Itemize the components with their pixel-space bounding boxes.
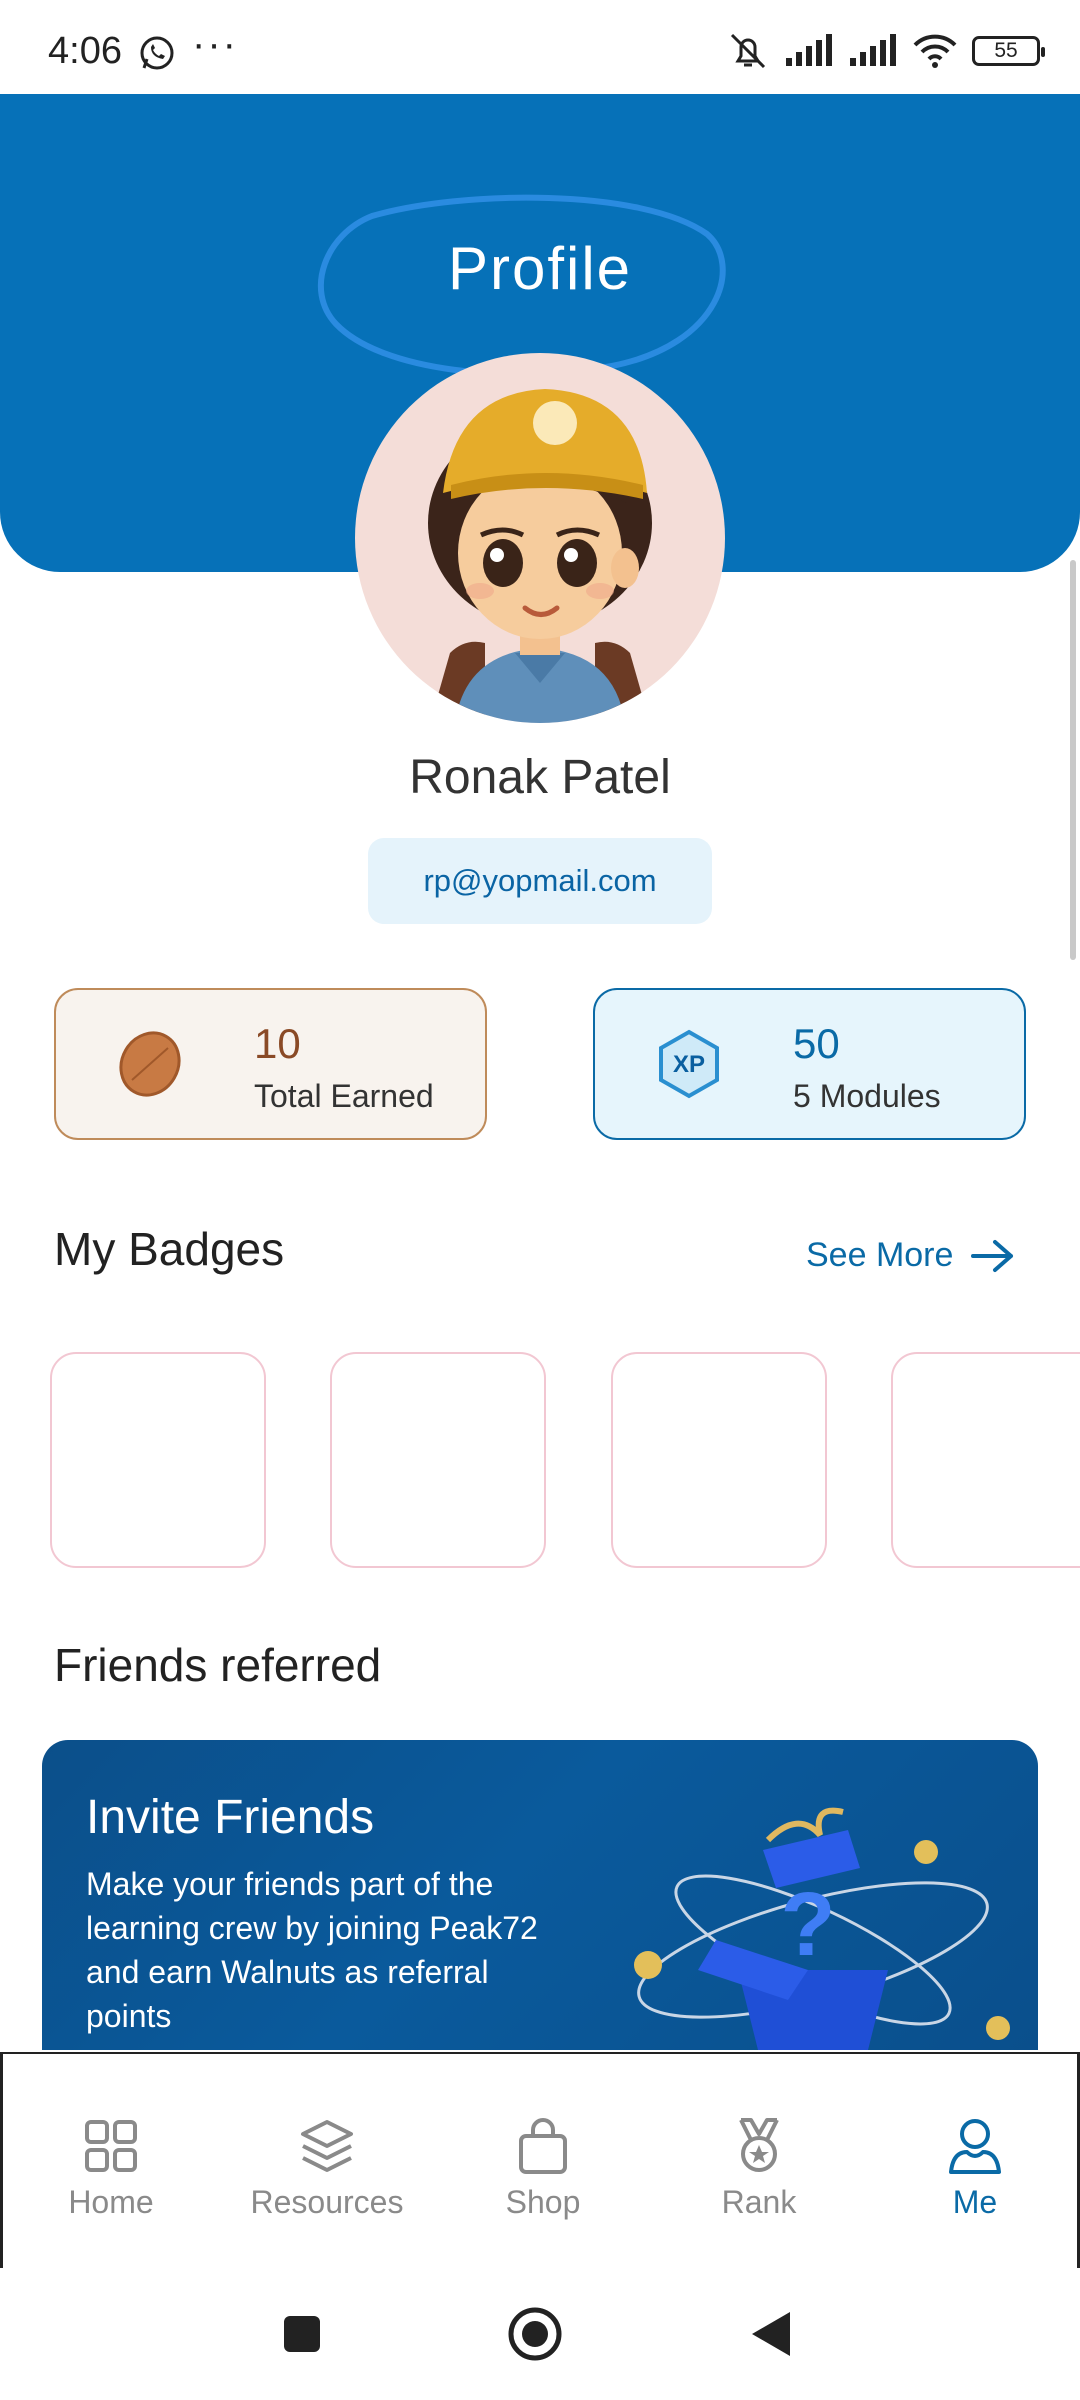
shopping-bag-icon (519, 2118, 567, 2174)
email-badge: rp@yopmail.com (368, 838, 712, 924)
nav-shop-label: Shop (505, 2184, 581, 2220)
nav-resources-label: Resources (250, 2184, 404, 2220)
back-button[interactable] (750, 2310, 792, 2358)
home-button[interactable] (507, 2306, 563, 2362)
user-icon (949, 2119, 1001, 2174)
arrow-right-icon (971, 1239, 1014, 1272)
layers-icon (301, 2120, 353, 2172)
nav-home[interactable]: Home (3, 2054, 219, 2270)
status-bar: 4:06 ··· 55 (0, 0, 1080, 94)
more-notifications-icon: ··· (192, 22, 238, 66)
recents-button[interactable] (282, 2314, 322, 2354)
xp-count: 50 (793, 1020, 840, 1067)
bottom-navigation: Home Resources Shop Rank Me (0, 2052, 1080, 2268)
medal-icon (739, 2118, 779, 2172)
friends-title: Friends referred (54, 1639, 382, 1691)
mute-icon (730, 33, 766, 69)
see-more-label: See More (806, 1236, 954, 1274)
walnut-count: 10 (254, 1020, 301, 1067)
walnut-stat-card[interactable]: 10 Total Earned (54, 988, 487, 1140)
nav-resources[interactable]: Resources (219, 2054, 435, 2270)
xp-stat-card[interactable]: XP 50 5 Modules (593, 988, 1026, 1140)
battery-icon: 55 (972, 36, 1045, 66)
badges-title: My Badges (54, 1223, 285, 1275)
nav-home-label: Home (68, 2184, 154, 2220)
wifi-icon (913, 34, 957, 68)
badge-slot[interactable] (50, 1352, 266, 1568)
home-icon (85, 2120, 137, 2172)
nav-rank-label: Rank (721, 2184, 797, 2220)
badges-row (0, 1352, 1080, 1572)
status-time: 4:06 (48, 30, 122, 72)
invite-description: Make your friends part of the learning c… (86, 1866, 538, 2034)
nav-rank[interactable]: Rank (651, 2054, 867, 2270)
svg-text:?: ? (781, 1875, 836, 1975)
avatar[interactable] (355, 353, 725, 723)
xp-icon: XP (659, 1029, 719, 1099)
whatsapp-icon (140, 36, 174, 70)
badge-slot[interactable] (330, 1352, 546, 1568)
invite-title: Invite Friends (86, 1791, 375, 1844)
walnut-label: Total Earned (254, 1078, 434, 1114)
nav-me-label: Me (952, 2184, 998, 2220)
see-more-link[interactable]: See More (806, 1236, 1015, 1275)
page-title: Profile (447, 235, 633, 302)
scrollbar[interactable] (1070, 560, 1076, 960)
avatar-illustration (428, 389, 652, 723)
profile-name: Ronak Patel (409, 751, 671, 804)
nav-me[interactable]: Me (867, 2054, 1080, 2270)
gift-box-illustration: ? (634, 1807, 1010, 2050)
badge-slot[interactable] (611, 1352, 827, 1568)
xp-label: 5 Modules (793, 1078, 941, 1114)
system-navigation-bar (0, 2268, 1080, 2400)
walnut-icon (119, 1031, 181, 1097)
invite-friends-banner[interactable]: Invite Friends Make your friends part of… (42, 1740, 1038, 2050)
signal-icon-2 (850, 34, 896, 66)
signal-icon (786, 34, 832, 66)
nav-shop[interactable]: Shop (435, 2054, 651, 2270)
badge-slot[interactable] (891, 1352, 1080, 1568)
svg-text:XP: XP (673, 1051, 705, 1078)
